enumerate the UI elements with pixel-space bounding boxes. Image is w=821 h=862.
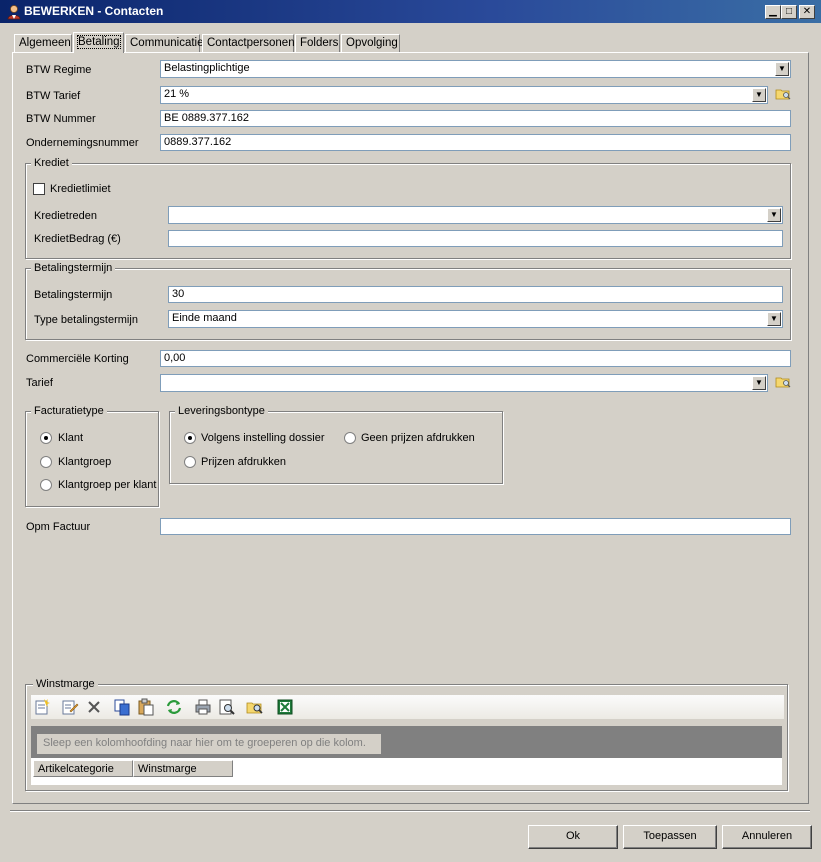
ondernemingsnummer-label: Ondernemingsnummer [26,137,139,149]
tab-label: Betaling [77,35,121,49]
leveringsbontype-option-label: Volgens instelling dossier [201,432,325,444]
title-bar[interactable]: BEWERKEN - Contacten ▁ □ ✕ [0,0,821,23]
minimize-button[interactable]: ▁ [765,5,781,19]
kredietlimiet-checkbox[interactable] [33,183,45,195]
maximize-button[interactable]: □ [781,5,797,19]
new-icon[interactable] [33,698,51,716]
ondernemingsnummer-input[interactable]: 0889.377.162 [160,134,791,151]
btw-tarief-select[interactable]: 21 % ▼ [160,86,768,104]
betalingstermijn-legend: Betalingstermijn [31,262,116,274]
tab-opvolging[interactable]: Opvolging [341,34,400,52]
facturatietype-klant-radio[interactable] [40,432,52,444]
tab-label: Opvolging [346,37,398,49]
betalingstermijn-group [25,268,791,340]
excel-icon[interactable] [276,698,294,716]
folder-search-icon[interactable] [775,375,791,389]
tab-label: Communicatie [130,37,204,49]
window-title: BEWERKEN - Contacten [24,4,164,18]
commerciele-korting-input[interactable]: 0,00 [160,350,791,367]
type-betalingstermijn-value: Einde maand [172,312,237,324]
leveringsbontype-group [169,411,503,484]
type-betalingstermijn-label: Type betalingstermijn [34,314,138,326]
leveringsbontype-option-label: Geen prijzen afdrukken [361,432,475,444]
btw-regime-value: Belastingplichtige [164,62,250,74]
leveringsbontype-legend: Leveringsbontype [175,405,268,417]
type-betalingstermijn-select[interactable]: Einde maand ▼ [168,310,783,328]
betalingstermijn-input[interactable]: 30 [168,286,783,303]
facturatietype-option-label: Klantgroep [58,456,112,468]
contact-person-icon [7,5,21,20]
tarief-select[interactable]: ▼ [160,374,768,392]
dropdown-arrow-icon[interactable]: ▼ [767,312,781,326]
leveringsbontype-option-label: Prijzen afdrukken [201,456,286,468]
paste-icon[interactable] [137,698,155,716]
tab-label: Contactpersonen [207,37,295,49]
dropdown-arrow-icon[interactable]: ▼ [752,376,766,390]
opm-factuur-input[interactable] [160,518,791,535]
btw-regime-label: BTW Regime [26,64,92,76]
cancel-button[interactable]: Annuleren [722,825,812,849]
btw-regime-select[interactable]: Belastingplichtige ▼ [160,60,791,78]
close-button[interactable]: ✕ [799,5,815,19]
footer-separator [10,810,810,812]
ok-button[interactable]: Ok [528,825,618,849]
tab-algemeen[interactable]: Algemeen [14,34,72,52]
opm-factuur-label: Opm Factuur [26,521,91,533]
column-header-artikelcategorie[interactable]: Artikelcategorie [33,760,133,777]
facturatietype-legend: Facturatietype [31,405,107,417]
tab-folders[interactable]: Folders [295,34,340,52]
find-icon[interactable] [246,698,264,716]
print-icon[interactable] [194,698,212,716]
close-icon: ✕ [802,6,812,17]
btw-nummer-label: BTW Nummer [26,113,96,125]
facturatietype-klantgroep-per-klant-radio[interactable] [40,479,52,491]
tab-label: Folders [300,37,339,49]
kredietreden-label: Kredietreden [34,210,97,222]
dropdown-arrow-icon[interactable]: ▼ [767,208,781,222]
facturatietype-klantgroep-radio[interactable] [40,456,52,468]
tab-betaling[interactable]: Betaling [73,32,124,53]
facturatietype-option-label: Klant [58,432,84,444]
facturatietype-option-label: Klantgroep per klant [58,479,157,491]
kredietbedrag-label: KredietBedrag (€) [34,233,121,245]
leveringsbontype-volgens-instelling-radio[interactable] [184,432,196,444]
maximize-icon: □ [785,6,793,17]
betalingstermijn-label: Betalingstermijn [34,289,113,301]
edit-icon[interactable] [61,698,79,716]
btw-tarief-value: 21 % [164,88,190,100]
minimize-icon: ▁ [769,6,777,17]
commerciele-korting-label: Commerciële Korting [26,353,129,365]
kredietbedrag-input[interactable] [168,230,783,247]
delete-icon[interactable] [85,698,103,716]
tab-communicatie[interactable]: Communicatie [125,34,204,52]
leveringsbontype-prijzen-afdrukken-radio[interactable] [184,456,196,468]
tab-label: Algemeen [19,37,71,49]
print-preview-icon[interactable] [218,698,236,716]
dropdown-arrow-icon[interactable]: ▼ [752,88,766,102]
btw-nummer-input[interactable]: BE 0889.377.162 [160,110,791,127]
krediet-legend: Krediet [31,157,72,169]
kredietreden-select[interactable]: ▼ [168,206,783,224]
refresh-icon[interactable] [165,698,183,716]
btw-tarief-label: BTW Tarief [26,90,81,102]
dropdown-arrow-icon[interactable]: ▼ [775,62,789,76]
tarief-label: Tarief [26,377,53,389]
winstmarge-legend: Winstmarge [33,678,98,690]
column-header-winstmarge[interactable]: Winstmarge [133,760,233,777]
leveringsbontype-geen-prijzen-radio[interactable] [344,432,356,444]
group-by-hint: Sleep een kolomhoofding naar hier om te … [37,734,381,754]
folder-search-icon[interactable] [775,87,791,101]
tab-contactpersonen[interactable]: Contactpersonen [202,34,295,52]
apply-button[interactable]: Toepassen [623,825,717,849]
copy-icon[interactable] [113,698,131,716]
kredietlimiet-label: Kredietlimiet [50,183,111,195]
